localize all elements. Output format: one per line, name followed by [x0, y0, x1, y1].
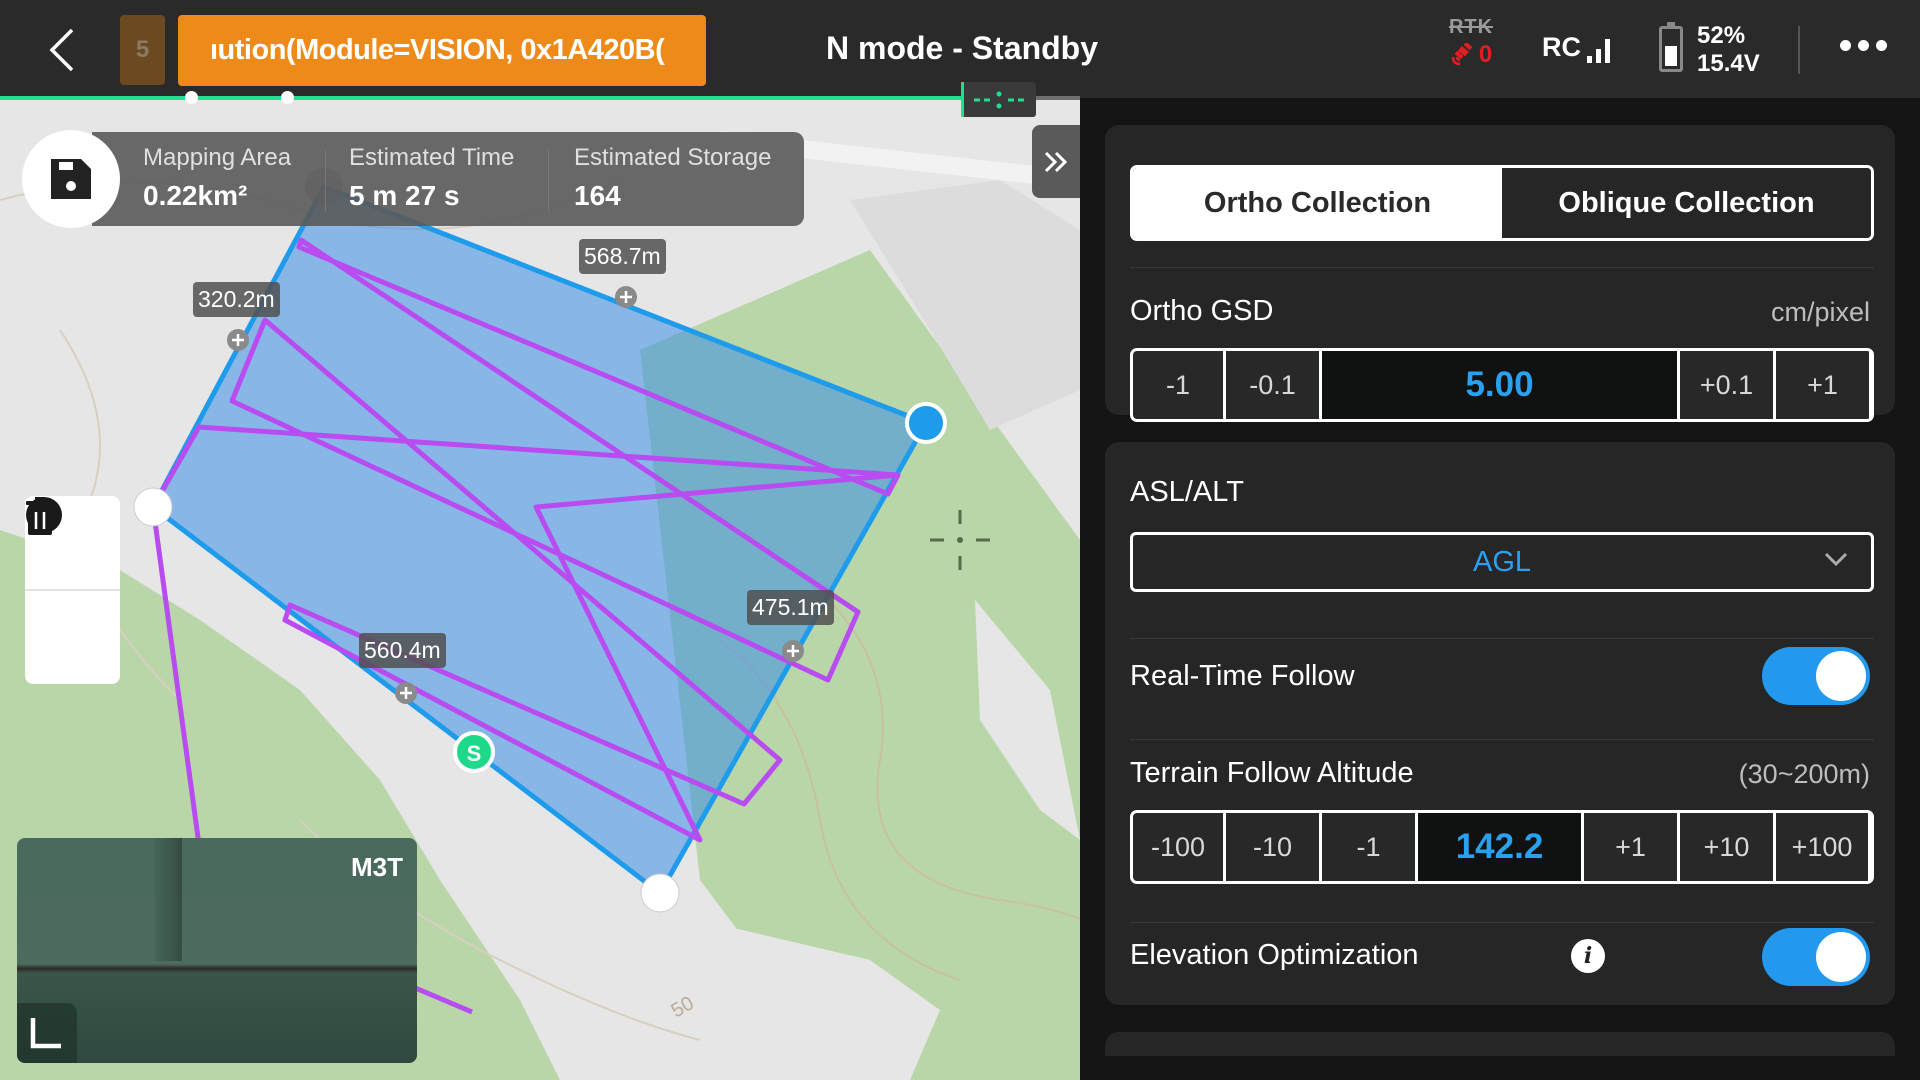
asl-alt-selected: AGL: [1472, 545, 1532, 578]
add-vertex-handle: [615, 286, 637, 308]
divider: [325, 150, 326, 212]
alt-plus-1-button[interactable]: +1: [1584, 813, 1677, 881]
warning-banner[interactable]: ıution(Module=VISION, 0x1A420B(: [178, 15, 706, 86]
estimated-storage-label: Estimated Storage: [574, 144, 772, 171]
ortho-gsd-label: Ortho GSD: [1130, 295, 1274, 327]
flight-progress-bar: [0, 96, 962, 100]
estimated-storage-stat: Estimated Storage 164: [574, 144, 771, 212]
rtk-label: RTK: [1448, 16, 1494, 38]
settings-panel: Ortho Collection Oblique Collection Orth…: [1080, 100, 1920, 1080]
edge-length-label: 568.7m: [579, 239, 666, 274]
corner-l-icon: [30, 1018, 61, 1049]
gsd-minus-1-button[interactable]: -1: [1133, 351, 1223, 419]
satellite-icon: [1451, 43, 1473, 66]
warning-text: ıution(Module=VISION, 0x1A420B(: [210, 34, 665, 66]
battery-voltage: 15.4V: [1697, 50, 1760, 77]
camera-preview[interactable]: M3T: [17, 838, 417, 1063]
tab-ortho-collection[interactable]: Ortho Collection: [1133, 168, 1502, 238]
edit-tools: [25, 496, 120, 684]
camera-name: M3T: [351, 852, 403, 882]
polygon-vertex: [133, 487, 173, 527]
flight-mode-status: N mode - Standby: [826, 30, 1099, 66]
chevron-left-icon: [49, 28, 74, 72]
alt-minus-1-button[interactable]: -1: [1322, 813, 1415, 881]
save-button[interactable]: [22, 130, 120, 228]
divider: [1130, 922, 1874, 923]
asl-alt-label: ASL/ALT: [1130, 476, 1244, 508]
gsd-plus-0.1-button[interactable]: +0.1: [1680, 351, 1773, 419]
collection-card: Ortho Collection Oblique Collection Orth…: [1105, 125, 1895, 422]
rc-label: RC: [1542, 32, 1581, 62]
mapping-area-stat: Mapping Area 0.22km²: [143, 144, 291, 212]
estimated-storage-value: 164: [574, 180, 621, 211]
estimated-time-stat: Estimated Time 5 m 27 s: [349, 144, 514, 212]
battery-status[interactable]: 52% 15.4V: [1697, 22, 1760, 78]
battery-percent: 52%: [1697, 22, 1746, 49]
polygon-vertex: [640, 873, 680, 913]
elevation-optimization-toggle[interactable]: [1762, 928, 1870, 986]
map-view[interactable]: S 50 320.2m 568.7m 475.1m 560.4m M3T: [0, 100, 1080, 1080]
mapping-area-label: Mapping Area: [143, 144, 292, 171]
attitude-indicator: [961, 82, 1036, 117]
info-icon[interactable]: i: [1571, 939, 1605, 973]
alt-plus-10-button[interactable]: +10: [1680, 813, 1773, 881]
collapse-panel-button[interactable]: [1032, 125, 1080, 198]
add-vertex-handle: [395, 682, 417, 704]
real-time-follow-label: Real-Time Follow: [1130, 660, 1355, 692]
edge-length-label: 560.4m: [359, 633, 446, 668]
save-icon: [51, 159, 91, 199]
top-bar: 5 ıution(Module=VISION, 0x1A420B( N mode…: [0, 0, 1920, 98]
chevron-down-icon: [1824, 552, 1848, 567]
next-settings-card: [1105, 1032, 1895, 1056]
mission-summary: Mapping Area 0.22km² Estimated Time 5 m …: [22, 130, 804, 228]
terrain-follow-altitude-label: Terrain Follow Altitude: [1130, 757, 1414, 789]
polygon-vertex-selected: [905, 402, 947, 444]
asl-alt-select[interactable]: AGL: [1130, 532, 1874, 592]
rtk-status[interactable]: RTK 0: [1446, 16, 1496, 69]
gsd-plus-1-button[interactable]: +1: [1776, 351, 1869, 419]
alt-minus-100-button[interactable]: -100: [1133, 813, 1223, 881]
more-menu-button[interactable]: [1840, 40, 1887, 51]
altitude-card: ASL/ALT AGL Real-Time Follow Terrain Fol…: [1105, 442, 1895, 1005]
battery-icon: [1659, 22, 1683, 72]
alt-minus-10-button[interactable]: -10: [1226, 813, 1319, 881]
progress-marker: [185, 91, 198, 104]
trash-icon: [26, 497, 54, 535]
real-time-follow-toggle[interactable]: [1762, 647, 1870, 705]
ortho-gsd-unit: cm/pixel: [1770, 297, 1870, 327]
start-marker-label: S: [467, 741, 482, 766]
elevation-optimization-label: Elevation Optimization: [1130, 939, 1419, 971]
delete-button[interactable]: [25, 497, 120, 684]
divider: [1798, 26, 1800, 74]
alt-plus-100-button[interactable]: +100: [1776, 813, 1868, 881]
altitude-value-input[interactable]: 142.2: [1418, 813, 1581, 881]
double-chevron-right-icon: [1044, 151, 1068, 172]
terrain-follow-altitude-range: (30~200m): [1738, 759, 1870, 789]
estimated-time-label: Estimated Time: [349, 144, 515, 171]
divider: [1130, 739, 1874, 740]
back-button[interactable]: [44, 26, 80, 74]
level-icon: [974, 91, 1024, 109]
rc-signal[interactable]: RC: [1542, 32, 1610, 63]
divider: [1130, 267, 1874, 268]
add-vertex-handle: [227, 329, 249, 351]
divider: [548, 150, 549, 212]
divider: [1130, 638, 1874, 639]
layout-toggle-button[interactable]: [17, 1003, 77, 1063]
gsd-minus-0.1-button[interactable]: -0.1: [1226, 351, 1319, 419]
tab-oblique-collection[interactable]: Oblique Collection: [1502, 168, 1871, 238]
collection-mode-tabs: Ortho Collection Oblique Collection: [1130, 165, 1874, 241]
add-vertex-handle: [782, 640, 804, 662]
terrain-altitude-stepper: -100 -10 -1 142.2 +1 +10 +100: [1130, 810, 1874, 884]
signal-bars-icon: [1587, 37, 1610, 63]
gsd-value-input[interactable]: 5.00: [1322, 351, 1677, 419]
ortho-gsd-stepper: -1 -0.1 5.00 +0.1 +1: [1130, 348, 1874, 422]
edge-length-label: 475.1m: [747, 590, 834, 625]
progress-marker: [281, 91, 294, 104]
edge-length-label: 320.2m: [193, 282, 280, 317]
mapping-area-value: 0.22km²: [143, 180, 248, 211]
estimated-time-value: 5 m 27 s: [349, 180, 460, 211]
warning-count-badge[interactable]: 5: [120, 15, 165, 85]
satellite-count: 0: [1478, 41, 1493, 68]
